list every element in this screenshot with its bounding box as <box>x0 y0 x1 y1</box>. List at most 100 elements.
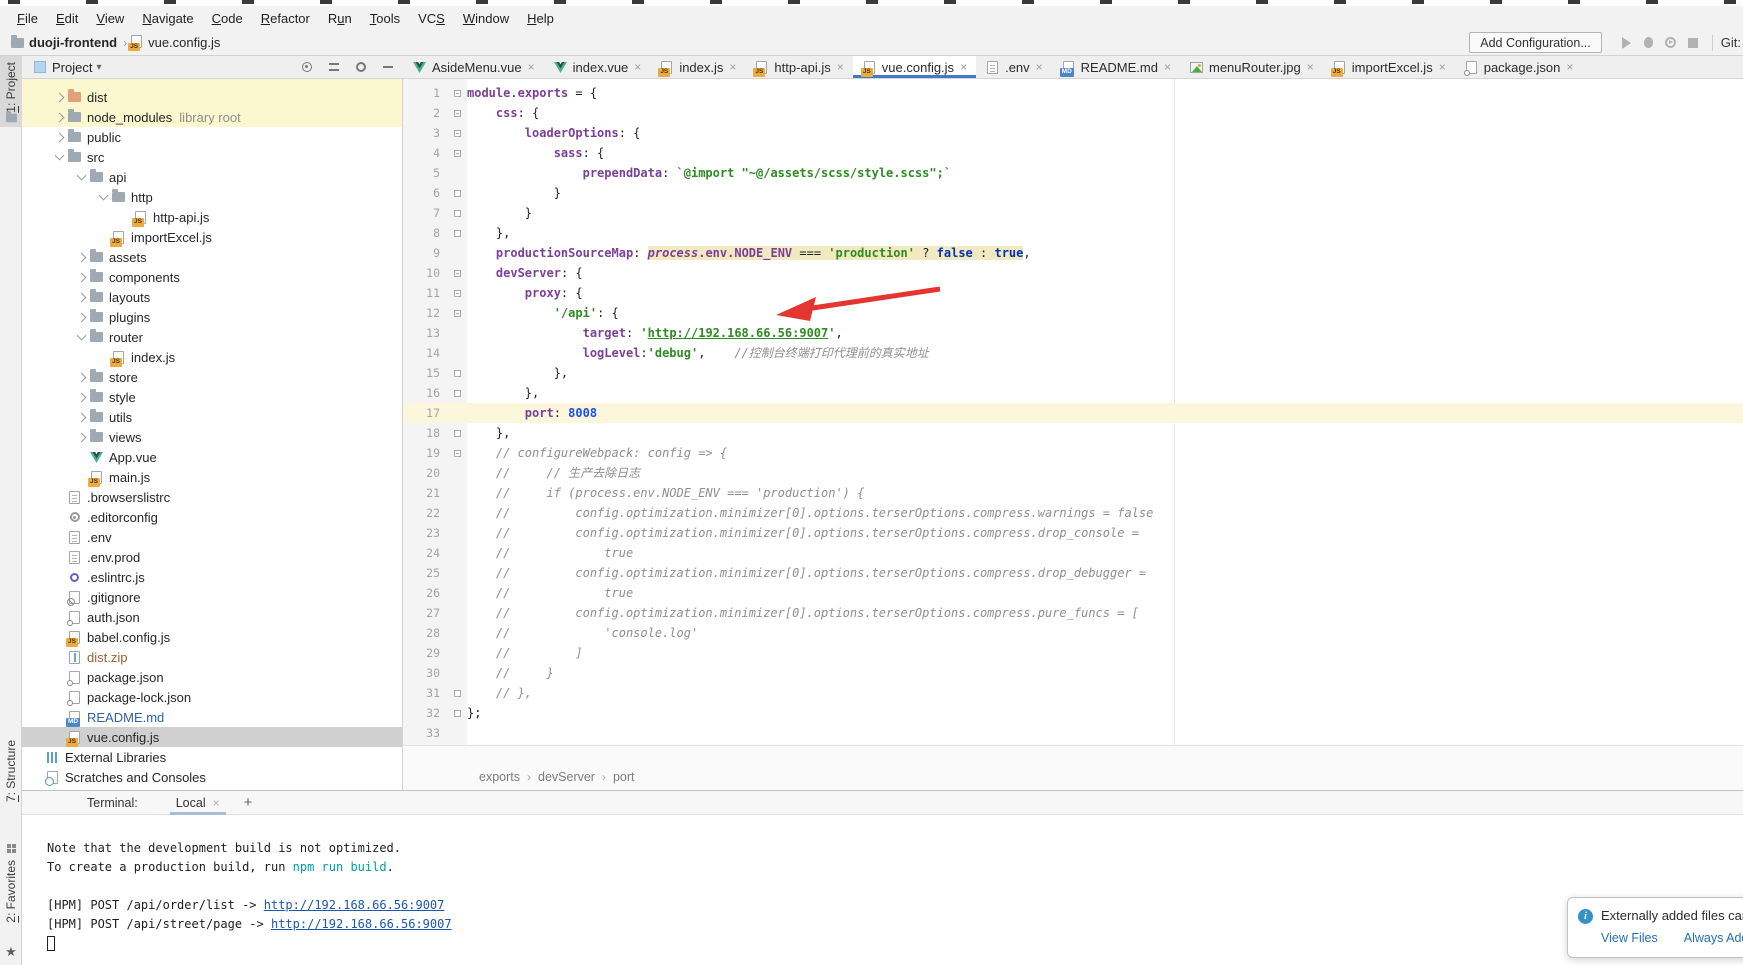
tree-item-node_modules[interactable]: node_moduleslibrary root <box>22 107 402 127</box>
stop-button[interactable] <box>1682 33 1704 53</box>
collapse-all-icon[interactable] <box>327 61 340 74</box>
close-icon[interactable]: × <box>960 60 967 74</box>
hide-panel-icon[interactable] <box>381 61 394 74</box>
line-number[interactable]: 32 <box>403 703 447 723</box>
code-text[interactable]: } <box>467 183 1743 203</box>
fold-marker-icon[interactable] <box>447 223 467 243</box>
tree-item-http[interactable]: http <box>22 187 402 207</box>
fold-marker-icon[interactable] <box>447 303 467 323</box>
code-text[interactable]: }, <box>467 383 1743 403</box>
chevron-right-icon[interactable] <box>74 274 89 281</box>
fold-marker-icon[interactable] <box>447 683 467 703</box>
code-text[interactable]: module.exports = { <box>467 83 1743 103</box>
line-number[interactable]: 26 <box>403 583 447 603</box>
tree-item-http-api.js[interactable]: JShttp-api.js <box>22 207 402 227</box>
line-number[interactable]: 10 <box>403 263 447 283</box>
code-editor[interactable]: 1module.exports = {2 css: {3 loaderOptio… <box>403 79 1743 745</box>
new-terminal-button[interactable]: + <box>244 794 253 811</box>
close-icon[interactable]: × <box>1164 60 1171 74</box>
tree-item-src[interactable]: src <box>22 147 402 167</box>
locate-file-icon[interactable] <box>300 61 313 74</box>
fold-marker-icon[interactable] <box>447 83 467 103</box>
tree-item-Scratches-and-Consoles[interactable]: Scratches and Consoles <box>22 767 402 787</box>
tree-item-importExcel.js[interactable]: JSimportExcel.js <box>22 227 402 247</box>
chevron-right-icon[interactable] <box>74 374 89 381</box>
line-number[interactable]: 31 <box>403 683 447 703</box>
code-text[interactable]: // // 生产去除日志 <box>467 463 1743 483</box>
tree-item-vue.config.js[interactable]: JSvue.config.js <box>22 727 402 747</box>
code-text[interactable]: '/api': { <box>467 303 1743 323</box>
run-coverage-button[interactable] <box>1660 33 1682 53</box>
tree-item-.gitignore[interactable]: .gitignore <box>22 587 402 607</box>
tree-item-router[interactable]: router <box>22 327 402 347</box>
line-number[interactable]: 7 <box>403 203 447 223</box>
tab-http-api.js[interactable]: JShttp-api.js× <box>745 56 852 78</box>
editor-breadcrumb-port[interactable]: port <box>613 770 635 784</box>
close-icon[interactable]: × <box>837 60 844 74</box>
tab-README.md[interactable]: MDREADME.md× <box>1052 56 1180 78</box>
tree-item-.eslintrc.js[interactable]: .eslintrc.js <box>22 567 402 587</box>
code-text[interactable]: // true <box>467 583 1743 603</box>
code-text[interactable]: // if (process.env.NODE_ENV === 'product… <box>467 483 1743 503</box>
tree-item-public[interactable]: public <box>22 127 402 147</box>
tree-item-package-lock.json[interactable]: package-lock.json <box>22 687 402 707</box>
code-text[interactable]: // } <box>467 663 1743 683</box>
close-icon[interactable]: × <box>1566 60 1573 74</box>
line-number[interactable]: 11 <box>403 283 447 303</box>
tab-index.js[interactable]: JSindex.js× <box>650 56 745 78</box>
chevron-right-icon[interactable] <box>52 134 67 141</box>
line-number[interactable]: 14 <box>403 343 447 363</box>
menu-item-view[interactable]: View <box>87 9 133 28</box>
line-number[interactable]: 5 <box>403 163 447 183</box>
chevron-down-icon[interactable]: ▾ <box>96 62 101 73</box>
tab-vue.config.js[interactable]: JSvue.config.js× <box>853 56 976 78</box>
fold-marker-icon[interactable] <box>447 123 467 143</box>
tree-item-auth.json[interactable]: auth.json <box>22 607 402 627</box>
line-number[interactable]: 22 <box>403 503 447 523</box>
tree-item-layouts[interactable]: layouts <box>22 287 402 307</box>
fold-marker-icon[interactable] <box>447 423 467 443</box>
menu-item-file[interactable]: File <box>8 9 47 28</box>
editor-breadcrumb-exports[interactable]: exports <box>479 770 520 784</box>
chevron-right-icon[interactable] <box>74 414 89 421</box>
code-text[interactable]: // ] <box>467 643 1743 663</box>
code-text[interactable]: productionSourceMap: process.env.NODE_EN… <box>467 243 1743 263</box>
project-panel-title[interactable]: Project <box>52 60 92 75</box>
line-number[interactable]: 15 <box>403 363 447 383</box>
code-text[interactable]: // true <box>467 543 1743 563</box>
chevron-right-icon[interactable] <box>74 294 89 301</box>
chevron-right-icon[interactable] <box>52 94 67 101</box>
code-text[interactable]: logLevel:'debug', //控制台终端打印代理前的真实地址 <box>467 343 1743 363</box>
fold-marker-icon[interactable] <box>447 183 467 203</box>
notification-link-always-add[interactable]: Always Add <box>1684 931 1743 945</box>
stripe-structure-icon-tab[interactable] <box>0 844 22 853</box>
line-number[interactable]: 16 <box>403 383 447 403</box>
terminal-link[interactable]: http://192.168.66.56:9007 <box>271 917 452 931</box>
editor-breadcrumb-devServer[interactable]: devServer <box>538 770 595 784</box>
line-number[interactable]: 28 <box>403 623 447 643</box>
line-number[interactable]: 9 <box>403 243 447 263</box>
line-number[interactable]: 25 <box>403 563 447 583</box>
fold-marker-icon[interactable] <box>447 363 467 383</box>
tree-item-assets[interactable]: assets <box>22 247 402 267</box>
terminal-output[interactable]: Note that the development build is not o… <box>22 815 1743 953</box>
line-number[interactable]: 1 <box>403 83 447 103</box>
line-number[interactable]: 6 <box>403 183 447 203</box>
tree-item-.editorconfig[interactable]: .editorconfig <box>22 507 402 527</box>
menu-item-edit[interactable]: Edit <box>47 9 87 28</box>
terminal-tab-local[interactable]: Local × <box>170 791 226 815</box>
menu-item-navigate[interactable]: Navigate <box>133 9 202 28</box>
fold-marker-icon[interactable] <box>447 283 467 303</box>
menu-item-window[interactable]: Window <box>454 9 518 28</box>
line-number[interactable]: 12 <box>403 303 447 323</box>
tree-item-External-Libraries[interactable]: External Libraries <box>22 747 402 767</box>
code-text[interactable]: // }, <box>467 683 1743 703</box>
chevron-right-icon[interactable] <box>74 434 89 441</box>
menu-item-help[interactable]: Help <box>518 9 563 28</box>
menu-item-vcs[interactable]: VCS <box>409 9 454 28</box>
fold-marker-icon[interactable] <box>447 263 467 283</box>
code-text[interactable]: }, <box>467 363 1743 383</box>
tree-item-index.js[interactable]: JSindex.js <box>22 347 402 367</box>
line-number[interactable]: 4 <box>403 143 447 163</box>
code-text[interactable]: } <box>467 203 1743 223</box>
